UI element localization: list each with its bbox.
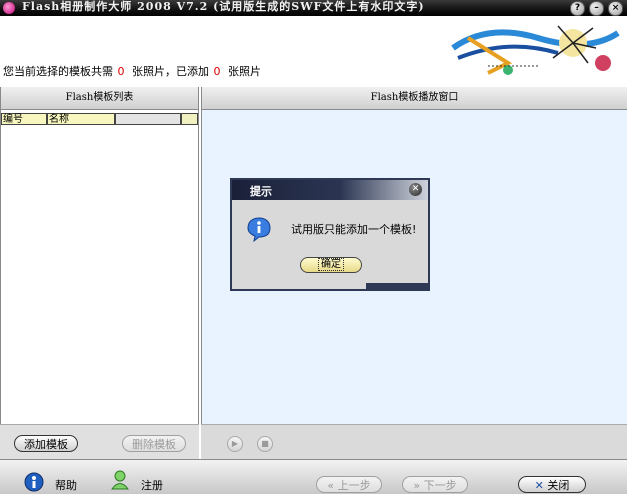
added-count: 0 bbox=[213, 65, 221, 78]
template-player-title: Flash模板播放窗口 bbox=[202, 87, 627, 110]
close-button[interactable]: ✕ 关闭 bbox=[518, 476, 586, 493]
stop-icon[interactable]: ■ bbox=[257, 436, 273, 452]
dialog-accent bbox=[366, 283, 428, 289]
add-template-button[interactable]: 添加模板 bbox=[14, 435, 78, 452]
close-label: 关闭 bbox=[547, 479, 570, 492]
template-list-toolbar: 添加模板 删除模板 bbox=[0, 424, 199, 460]
help-icon[interactable] bbox=[24, 472, 44, 492]
minimize-button[interactable]: – bbox=[589, 1, 604, 16]
close-window-button[interactable]: × bbox=[608, 1, 623, 16]
register-label[interactable]: 注册 bbox=[141, 477, 163, 493]
double-right-icon: » bbox=[413, 479, 421, 492]
app-logo bbox=[448, 18, 623, 80]
info-icon bbox=[247, 217, 271, 242]
alert-dialog: 提示 ✕ 试用版只能添加一个模板! 确定 bbox=[230, 178, 430, 291]
column-header-number[interactable]: 编号 bbox=[1, 113, 47, 125]
dialog-message: 试用版只能添加一个模板! bbox=[291, 223, 417, 236]
next-step-label: 下一步 bbox=[423, 479, 457, 492]
photo-count-info: 您当前选择的模板共需 0 张照片，已添加 0 张照片 bbox=[3, 63, 261, 79]
delete-template-button[interactable]: 删除模板 bbox=[122, 435, 186, 452]
previous-step-label: 上一步 bbox=[337, 479, 371, 492]
close-icon: ✕ bbox=[534, 479, 544, 492]
info-middle: 张照片，已添加 bbox=[132, 65, 209, 78]
column-header-scroll[interactable] bbox=[181, 113, 198, 125]
help-label[interactable]: 帮助 bbox=[55, 477, 77, 493]
player-toolbar: ▶ ■ bbox=[201, 424, 627, 460]
previous-step-button[interactable]: « 上一步 bbox=[316, 476, 382, 493]
template-list-header: 编号 名称 bbox=[1, 113, 198, 125]
required-count: 0 bbox=[117, 65, 125, 78]
app-icon bbox=[3, 2, 15, 14]
column-header-name[interactable]: 名称 bbox=[47, 113, 115, 125]
next-step-button[interactable]: » 下一步 bbox=[402, 476, 468, 493]
template-list-panel: Flash模板列表 编号 名称 bbox=[0, 87, 199, 424]
bottom-bar: 帮助 注册 « 上一步 » 下一步 ✕ 关闭 bbox=[0, 459, 627, 494]
dialog-title-bar: 提示 ✕ bbox=[232, 180, 428, 200]
dialog-ok-button[interactable]: 确定 bbox=[300, 257, 362, 273]
help-window-button[interactable]: ? bbox=[570, 1, 585, 16]
info-suffix: 张照片 bbox=[228, 65, 261, 78]
play-icon[interactable]: ▶ bbox=[227, 436, 243, 452]
double-left-icon: « bbox=[327, 479, 335, 492]
dialog-ok-label: 确定 bbox=[318, 258, 344, 271]
user-icon[interactable] bbox=[110, 470, 130, 490]
title-bar: Flash相册制作大师 2008 V7.2 (试用版生成的SWF文件上有水印文字… bbox=[0, 0, 627, 16]
info-prefix: 您当前选择的模板共需 bbox=[3, 65, 113, 78]
dialog-title: 提示 bbox=[250, 185, 272, 198]
window-title: Flash相册制作大师 2008 V7.2 (试用版生成的SWF文件上有水印文字… bbox=[22, 0, 425, 13]
dialog-close-icon[interactable]: ✕ bbox=[409, 183, 422, 196]
column-header-extra[interactable] bbox=[115, 113, 181, 125]
template-list-title: Flash模板列表 bbox=[1, 87, 198, 110]
